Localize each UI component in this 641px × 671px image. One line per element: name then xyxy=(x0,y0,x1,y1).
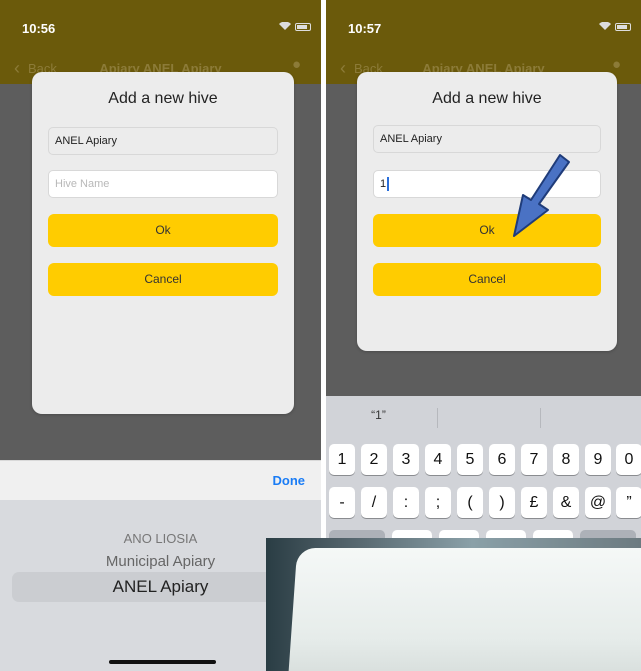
wifi-icon xyxy=(599,22,611,30)
key[interactable]: 0 xyxy=(616,444,641,475)
key[interactable]: 5 xyxy=(457,444,483,475)
key[interactable]: - xyxy=(329,487,355,518)
apiary-field[interactable]: ANEL Apiary xyxy=(48,127,278,155)
annotation-arrow xyxy=(513,154,570,237)
status-bar: 10:57 xyxy=(326,0,641,56)
key[interactable]: 7 xyxy=(521,444,547,475)
status-icons xyxy=(279,22,311,31)
cancel-button[interactable]: Cancel xyxy=(373,263,601,296)
home-indicator xyxy=(109,660,216,664)
key[interactable]: @ xyxy=(585,487,611,518)
status-icons xyxy=(599,22,631,31)
key[interactable]: 2 xyxy=(361,444,387,475)
dialog-title: Add a new hive xyxy=(108,90,218,107)
battery-icon xyxy=(295,22,311,31)
microphone-icon[interactable]: ● xyxy=(612,56,621,73)
suggestion-divider xyxy=(437,408,438,428)
key[interactable]: ; xyxy=(425,487,451,518)
key[interactable]: £ xyxy=(521,487,547,518)
hive-name-input[interactable]: Hive Name xyxy=(48,170,278,198)
apiary-field[interactable]: ANEL Apiary xyxy=(373,125,601,153)
status-bar: 10:56 xyxy=(0,0,321,56)
key[interactable]: : xyxy=(393,487,419,518)
dialog-title: Add a new hive xyxy=(432,90,542,107)
wifi-icon xyxy=(279,22,291,30)
text-cursor xyxy=(387,177,390,192)
key[interactable]: ) xyxy=(489,487,515,518)
key[interactable]: / xyxy=(361,487,387,518)
hive-name-value: 1 xyxy=(380,178,387,190)
status-time: 10:57 xyxy=(348,21,382,36)
battery-icon xyxy=(615,22,631,31)
suggestion-divider xyxy=(540,408,541,428)
key[interactable]: 4 xyxy=(425,444,451,475)
ok-button[interactable]: Ok xyxy=(48,214,278,247)
key[interactable]: ( xyxy=(457,487,483,518)
microphone-icon[interactable]: ● xyxy=(292,56,301,73)
key[interactable]: 1 xyxy=(329,444,355,475)
picker-toolbar: Done xyxy=(0,460,321,501)
key[interactable]: 9 xyxy=(585,444,611,475)
key[interactable]: 6 xyxy=(489,444,515,475)
key[interactable]: ” xyxy=(616,487,641,518)
key[interactable]: 8 xyxy=(553,444,579,475)
status-time: 10:56 xyxy=(22,21,56,36)
hive-lid-image xyxy=(286,548,641,671)
add-hive-dialog: Add a new hive ANEL Apiary 1 Ok Cancel xyxy=(357,72,617,351)
keyboard-suggestion[interactable]: “1” xyxy=(326,408,431,422)
key[interactable]: 3 xyxy=(393,444,419,475)
add-hive-dialog: Add a new hive ANEL Apiary Hive Name Ok … xyxy=(32,72,294,414)
keyboard-suggestions: “1” xyxy=(326,396,641,436)
key[interactable]: & xyxy=(553,487,579,518)
done-button[interactable]: Done xyxy=(273,473,306,488)
cancel-button[interactable]: Cancel xyxy=(48,263,278,296)
hive-photo xyxy=(266,538,641,671)
